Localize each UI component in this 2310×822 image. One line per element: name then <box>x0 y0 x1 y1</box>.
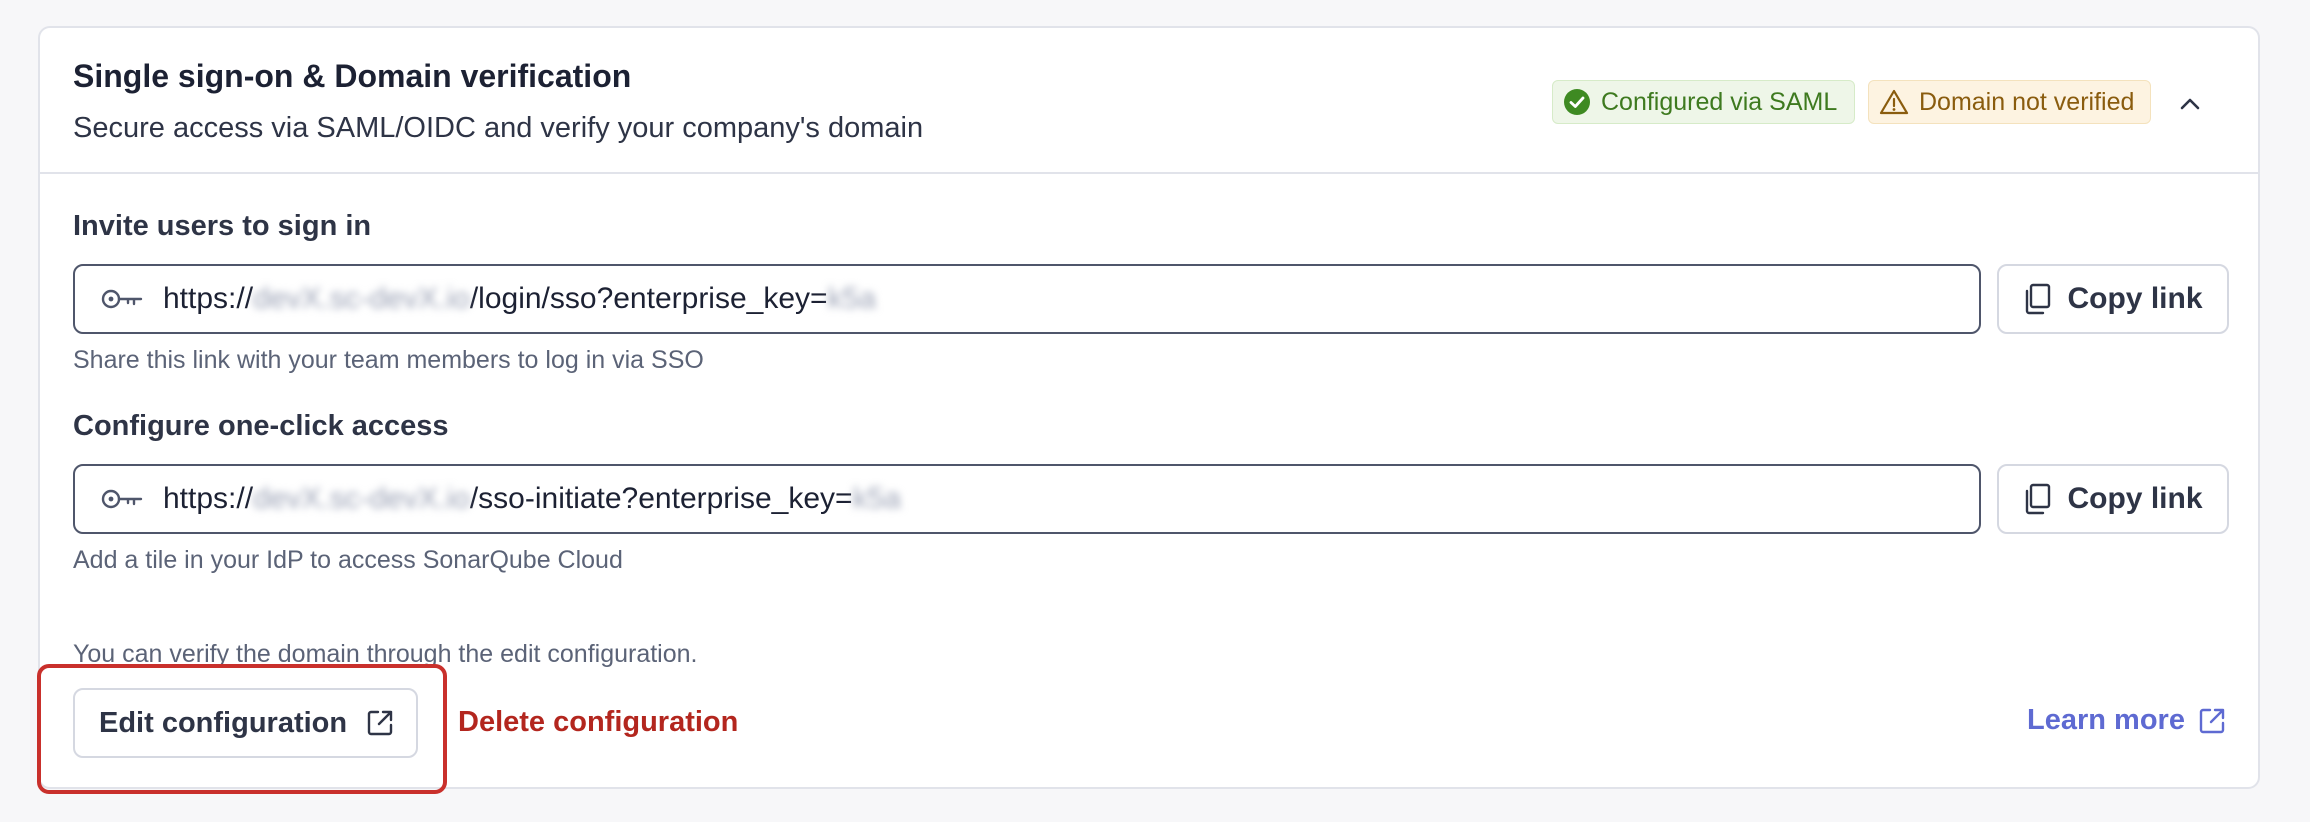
domain-status-badge: Domain not verified <box>1868 80 2151 124</box>
one-click-url-path: /sso-initiate?enterprise_key= <box>469 482 853 515</box>
redacted-domain: devX.sc-devX.io <box>253 482 470 515</box>
domain-verification-note: You can verify the domain through the ed… <box>73 640 698 668</box>
saml-status-badge: Configured via SAML <box>1552 80 1855 124</box>
collapse-toggle[interactable] <box>2172 86 2208 122</box>
warning-triangle-icon <box>1879 88 1909 116</box>
edit-configuration-button[interactable]: Edit configuration <box>73 688 418 758</box>
redacted-key: k5a <box>827 282 876 315</box>
chevron-up-icon <box>2180 98 2200 110</box>
one-click-url-prefix: https:// <box>163 482 254 515</box>
copy-invite-link-label: Copy link <box>2067 282 2203 315</box>
learn-more-label: Learn more <box>2027 704 2185 736</box>
card-header[interactable]: Single sign-on & Domain verification Sec… <box>40 28 2258 174</box>
key-icon <box>101 489 143 509</box>
one-click-section-label: Configure one-click access <box>73 410 449 442</box>
one-click-url: https:// devX.sc-devX.io /sso-initiate?e… <box>163 482 901 516</box>
copy-one-click-link-label: Copy link <box>2067 482 2203 515</box>
invite-section-label: Invite users to sign in <box>73 210 372 242</box>
invite-url-path: /login/sso?enterprise_key= <box>469 282 828 315</box>
card-title: Single sign-on & Domain verification <box>73 58 632 94</box>
redacted-domain: devX.sc-devX.io <box>253 282 470 315</box>
domain-status-label: Domain not verified <box>1919 87 2135 116</box>
edit-configuration-label: Edit configuration <box>99 706 348 739</box>
card-subtitle: Secure access via SAML/OIDC and verify y… <box>73 112 924 144</box>
invite-link-field[interactable]: https:// devX.sc-devX.io /login/sso?ente… <box>73 264 1981 334</box>
invite-url-prefix: https:// <box>163 282 254 315</box>
sso-domain-card: Single sign-on & Domain verification Sec… <box>37 26 2260 794</box>
external-link-icon <box>2197 706 2227 736</box>
check-circle-icon <box>1563 88 1591 116</box>
external-link-icon <box>365 708 395 738</box>
one-click-link-field[interactable]: https:// devX.sc-devX.io /sso-initiate?e… <box>73 464 1981 534</box>
copy-icon <box>2023 283 2051 315</box>
delete-configuration-link[interactable]: Delete configuration <box>458 706 738 739</box>
redacted-key: k5a <box>852 482 901 515</box>
key-icon <box>101 289 143 309</box>
copy-one-click-link-button[interactable]: Copy link <box>1997 464 2229 534</box>
one-click-helper-text: Add a tile in your IdP to access SonarQu… <box>73 546 623 574</box>
copy-icon <box>2023 483 2051 515</box>
learn-more-link[interactable]: Learn more <box>2027 704 2227 737</box>
saml-status-label: Configured via SAML <box>1601 87 1838 116</box>
copy-invite-link-button[interactable]: Copy link <box>1997 264 2229 334</box>
invite-helper-text: Share this link with your team members t… <box>73 346 704 374</box>
invite-url: https:// devX.sc-devX.io /login/sso?ente… <box>163 282 876 316</box>
